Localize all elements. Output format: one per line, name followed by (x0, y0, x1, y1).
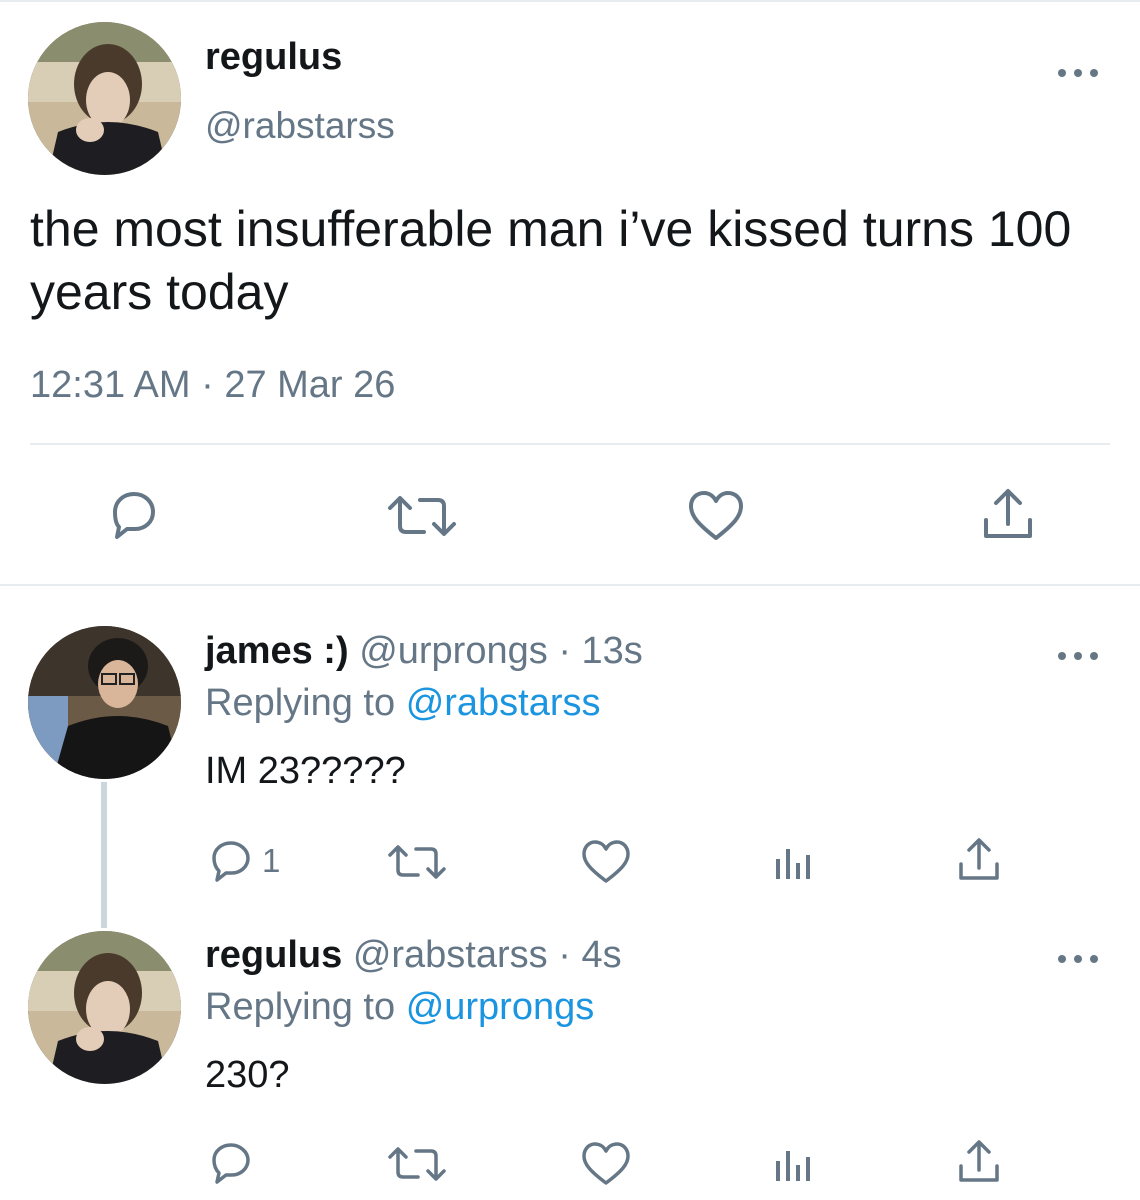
avatar[interactable] (28, 931, 181, 1084)
avatar[interactable] (28, 626, 181, 779)
more-options-icon[interactable] (1058, 649, 1098, 663)
share-button[interactable] (956, 836, 1002, 884)
replying-to-mention[interactable]: @urprongs (406, 986, 595, 1028)
divider (30, 443, 1110, 445)
replying-to-mention[interactable]: @rabstarss (406, 682, 601, 724)
share-icon (959, 1140, 999, 1182)
tweet-timestamp[interactable]: 12:31 AM · 27 Mar 26 (30, 364, 395, 407)
like-button[interactable] (580, 1140, 632, 1188)
tweet-text: the most insufferable man i’ve kissed tu… (30, 201, 1072, 320)
section-divider (0, 584, 1140, 586)
reply-time[interactable]: 4s (581, 934, 621, 976)
reply-header: regulus @rabstarss · 4s (205, 934, 622, 977)
separator: · (558, 934, 571, 976)
reply-text: 230? (205, 1054, 290, 1096)
share-icon (984, 489, 1032, 538)
analytics-icon (776, 1151, 810, 1181)
analytics-button[interactable] (772, 843, 812, 883)
display-name[interactable]: regulus (205, 934, 342, 976)
like-icon (582, 840, 630, 883)
share-button[interactable] (980, 486, 1036, 544)
like-icon (689, 491, 743, 540)
user-handle[interactable]: @rabstarss (353, 934, 548, 976)
like-button[interactable] (580, 838, 632, 886)
reply-icon (113, 492, 155, 539)
separator: · (558, 630, 571, 672)
analytics-button[interactable] (772, 1145, 812, 1185)
share-button[interactable] (956, 1138, 1002, 1186)
analytics-icon (776, 849, 810, 879)
more-options-icon[interactable] (1058, 952, 1098, 966)
reply-header: james :) @urprongs · 13s (205, 630, 643, 673)
retweet-icon (388, 1147, 446, 1181)
user-handle[interactable]: @rabstarss (205, 105, 395, 147)
replying-to-label: Replying to (205, 986, 396, 1028)
reply-button[interactable]: 1 (208, 838, 280, 884)
replying-to-label: Replying to (205, 682, 396, 724)
replying-to: Replying to @rabstarss (205, 682, 601, 725)
display-name[interactable]: james :) (205, 630, 349, 672)
retweet-button[interactable] (385, 842, 449, 882)
reply-time[interactable]: 13s (582, 630, 643, 672)
reply-text: IM 23????? (205, 750, 406, 792)
top-divider (0, 0, 1140, 2)
more-options-icon[interactable] (1058, 66, 1098, 80)
reply-count: 1 (262, 842, 281, 879)
reply-icon (212, 1143, 250, 1184)
thread-line (101, 782, 107, 928)
display-name[interactable]: regulus (205, 36, 342, 79)
like-button[interactable] (686, 488, 746, 544)
user-handle[interactable]: @urprongs (359, 630, 548, 672)
avatar[interactable] (28, 22, 181, 175)
like-icon (582, 1142, 630, 1185)
retweet-icon (388, 845, 446, 879)
replying-to: Replying to @urprongs (205, 986, 594, 1029)
retweet-button[interactable] (384, 492, 460, 540)
reply-button[interactable] (208, 1140, 256, 1186)
reply-icon (212, 841, 250, 882)
retweet-button[interactable] (385, 1144, 449, 1184)
share-icon (959, 838, 999, 880)
reply-button[interactable] (105, 488, 161, 542)
retweet-icon (388, 496, 456, 536)
